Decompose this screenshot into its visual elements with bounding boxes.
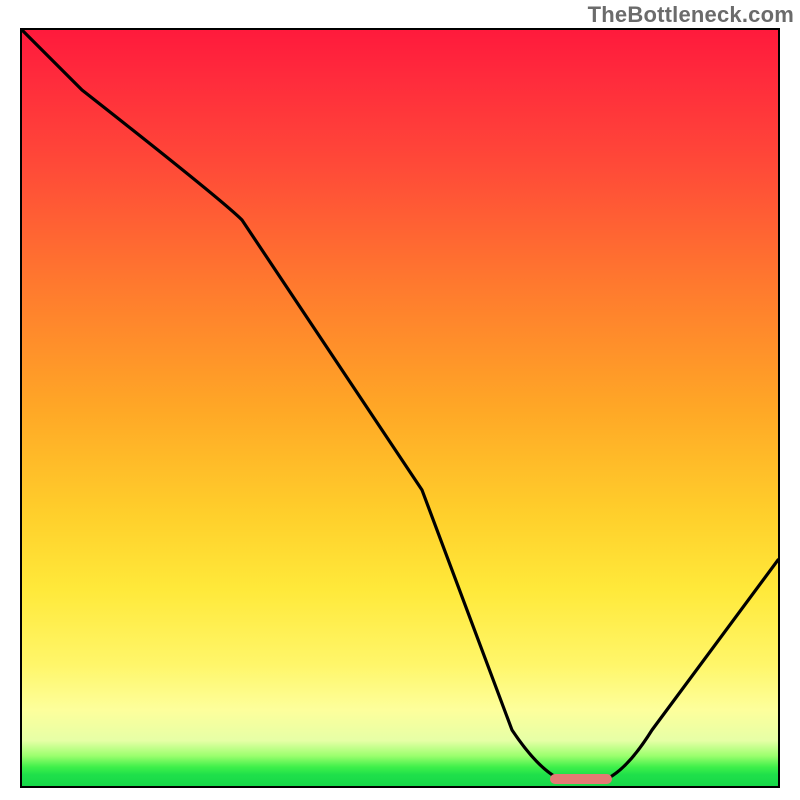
optimal-range-marker xyxy=(550,774,612,784)
chart-stage: TheBottleneck.com xyxy=(0,0,800,800)
bottleneck-curve xyxy=(22,30,778,786)
watermark-text: TheBottleneck.com xyxy=(588,2,794,28)
bottleneck-curve-path xyxy=(22,30,778,782)
plot-area xyxy=(20,28,780,788)
